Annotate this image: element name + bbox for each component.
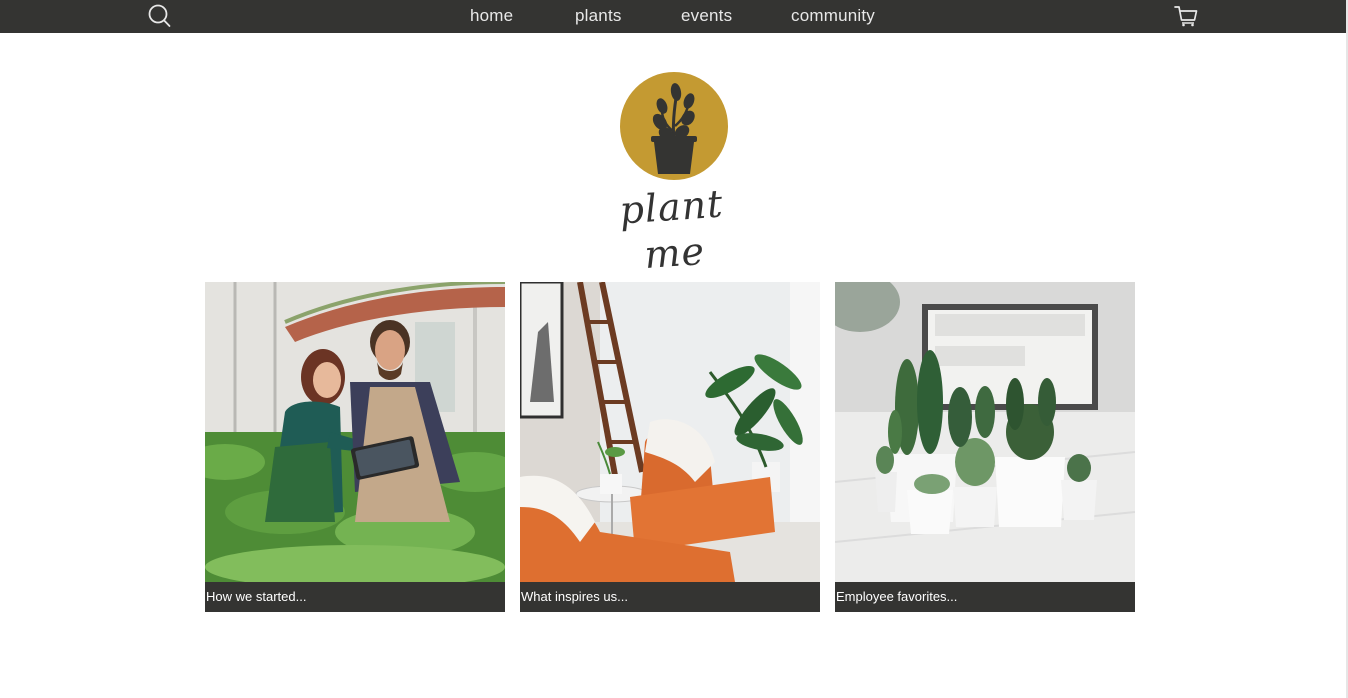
story-card-how-we-started[interactable]: How we started... — [205, 282, 505, 612]
story-card-employee-favorites[interactable]: Employee favorites... — [835, 282, 1135, 612]
brand-logo[interactable]: plant me — [598, 70, 748, 277]
brand-name: plant me — [618, 181, 725, 278]
card-caption: Employee favorites... — [835, 582, 1135, 612]
nav-link-plants[interactable]: plants — [575, 6, 622, 26]
nav-links: home plants events community — [0, 0, 1346, 33]
card-caption: What inspires us... — [520, 582, 820, 612]
potted-plant-icon — [620, 72, 728, 180]
story-card-what-inspires-us[interactable]: What inspires us... — [520, 282, 820, 612]
cactus-photo — [835, 282, 1135, 582]
greenhouse-photo — [205, 282, 505, 582]
cart-icon[interactable] — [1173, 3, 1199, 29]
nav-link-events[interactable]: events — [681, 6, 732, 26]
top-nav: home plants events community — [0, 0, 1346, 33]
card-caption: How we started... — [205, 582, 505, 612]
nav-link-home[interactable]: home — [470, 6, 513, 26]
living-room-photo — [520, 282, 820, 582]
nav-link-community[interactable]: community — [791, 6, 875, 26]
